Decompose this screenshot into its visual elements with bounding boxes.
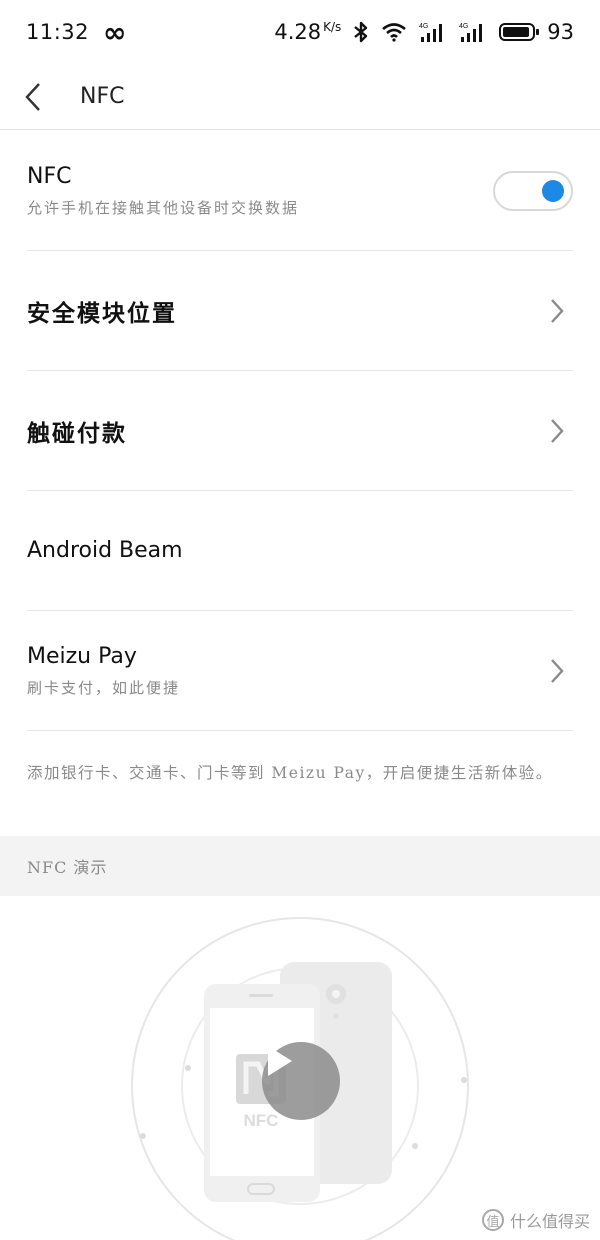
nfc-demo-section-title: NFC 演示	[0, 836, 600, 896]
chevron-right-icon	[551, 658, 564, 683]
network-label-sim2: 4G	[459, 23, 468, 30]
chevron-left-icon	[25, 82, 40, 111]
wifi-icon	[381, 22, 407, 42]
nfc-toggle[interactable]	[493, 170, 573, 211]
play-icon	[268, 1046, 292, 1076]
settings-list: NFC 允许手机在接触其他设备时交换数据 安全模块位置 触碰付款 Android…	[0, 131, 600, 731]
setting-nfc-title: NFC	[27, 163, 72, 189]
play-button[interactable]	[262, 1042, 340, 1120]
network-speed: 4.28 K/s	[274, 20, 341, 44]
setting-tap-to-pay-title: 触碰付款	[27, 419, 127, 447]
bluetooth-icon	[353, 21, 369, 43]
battery-percent: 93	[547, 20, 574, 44]
signal-icon-sim2: 4G	[459, 21, 487, 43]
setting-meizu-pay-subtitle: 刷卡支付，如此便捷	[27, 678, 181, 697]
signal-icon-sim1: 4G	[419, 21, 447, 43]
watermark: 值 什么值得买	[481, 1208, 590, 1232]
status-time: 11:32	[26, 20, 90, 44]
chevron-right-icon	[551, 418, 564, 443]
chevron-right-icon	[551, 298, 564, 323]
setting-nfc: NFC 允许手机在接触其他设备时交换数据	[27, 131, 573, 251]
network-speed-value: 4.28	[274, 20, 322, 44]
toggle-knob	[542, 179, 564, 202]
network-label-sim1: 4G	[419, 23, 428, 30]
setting-tap-to-pay[interactable]: 触碰付款	[27, 371, 573, 491]
status-bar: 11:32 ∞ 4.28 K/s 4G 4G 93	[0, 0, 600, 64]
setting-nfc-subtitle: 允许手机在接触其他设备时交换数据	[27, 198, 300, 217]
setting-android-beam[interactable]: Android Beam	[27, 491, 573, 611]
setting-secure-element-title: 安全模块位置	[27, 299, 177, 327]
nfc-demo-illustration: NFC 值 什么值得买	[0, 896, 600, 1240]
battery-icon	[499, 23, 540, 41]
back-button[interactable]	[0, 64, 80, 130]
setting-secure-element[interactable]: 安全模块位置	[27, 251, 573, 371]
network-speed-unit: K/s	[323, 20, 342, 34]
app-header: NFC	[0, 64, 600, 130]
nfc-logo-label: NFC	[244, 1111, 279, 1130]
meizu-pay-note: 添加银行卡、交通卡、门卡等到 Meizu Pay，开启便捷生活新体验。	[27, 764, 553, 782]
setting-meizu-pay[interactable]: Meizu Pay 刷卡支付，如此便捷	[27, 611, 573, 731]
setting-meizu-pay-title: Meizu Pay	[27, 643, 137, 669]
setting-android-beam-title: Android Beam	[27, 538, 183, 563]
page-title: NFC	[80, 84, 125, 109]
watermark-badge: 值	[481, 1209, 504, 1231]
watermark-text: 什么值得买	[509, 1212, 590, 1231]
loop-icon: ∞	[103, 15, 127, 49]
